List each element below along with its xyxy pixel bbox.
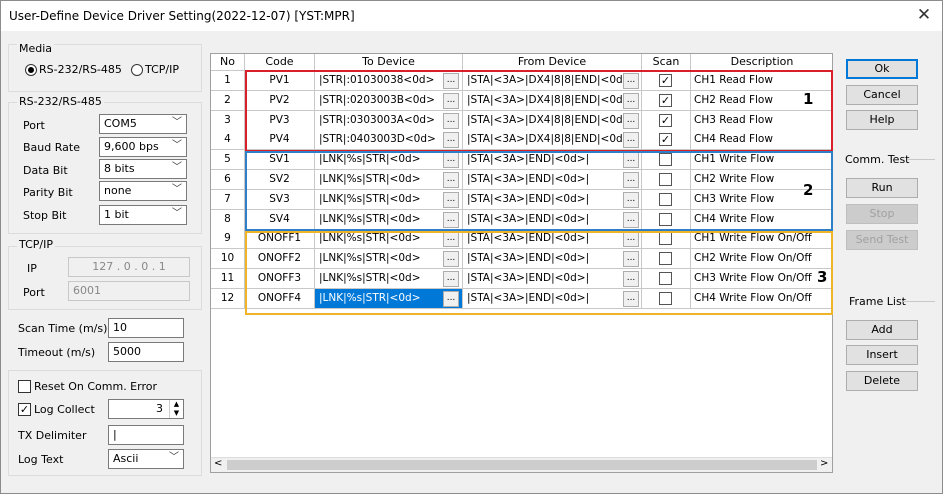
scrollbar-thumb[interactable] [227, 460, 817, 470]
timeout-label: Timeout (m/s) [18, 346, 96, 359]
rs232-radio-label[interactable]: RS-232/RS-485 [39, 63, 122, 76]
row-number: 2 [211, 90, 245, 111]
add-button[interactable]: Add [846, 320, 918, 340]
col-header-no[interactable]: No [211, 54, 245, 71]
col-header-description[interactable]: Description [691, 54, 832, 71]
row-number: 4 [211, 130, 245, 151]
scroll-left-icon[interactable]: < [214, 458, 222, 469]
serial-group-title: RS-232/RS-485 [17, 95, 104, 108]
send-test-button[interactable]: Send Test [846, 230, 918, 250]
help-button[interactable]: Help [846, 110, 918, 130]
tx-delimiter-field[interactable]: | [108, 425, 184, 445]
tcp-group-title: TCP/IP [17, 238, 55, 251]
stop-button[interactable]: Stop [846, 204, 918, 224]
annotation-label-3: 3 [817, 268, 828, 286]
parity-value: none [104, 184, 132, 197]
log-text-select[interactable]: Ascii ﹀ [108, 449, 184, 469]
rs232-radio[interactable] [25, 64, 37, 76]
port-select[interactable]: COM5 ﹀ [99, 114, 187, 134]
insert-button[interactable]: Insert [846, 345, 918, 365]
cancel-button[interactable]: Cancel [846, 85, 918, 105]
parity-select[interactable]: none ﹀ [99, 181, 187, 201]
horizontal-scrollbar[interactable]: < > [211, 457, 832, 472]
scan-time-field[interactable]: 10 [108, 318, 184, 338]
log-collect-checkbox[interactable]: ✓ [18, 403, 31, 416]
log-text-value: Ascii [113, 452, 139, 465]
ip-label: IP [27, 262, 37, 275]
timeout-field[interactable]: 5000 [108, 342, 184, 362]
spin-down-icon[interactable]: ▼ [170, 409, 183, 418]
highlight-box-1 [245, 70, 833, 152]
highlight-box-2 [245, 151, 833, 231]
databit-label: Data Bit [23, 164, 68, 177]
row-number: 12 [211, 288, 245, 309]
tx-delimiter-label: TX Delimiter [18, 429, 87, 442]
row-number: 6 [211, 170, 245, 190]
baud-label: Baud Rate [23, 141, 80, 154]
parity-label: Parity Bit [23, 186, 73, 199]
log-collect-label[interactable]: Log Collect [34, 403, 95, 416]
row-number: 10 [211, 249, 245, 270]
divider [903, 301, 935, 302]
tcp-port-label: Port [23, 286, 45, 299]
log-text-label: Log Text [18, 453, 64, 466]
col-header-from-device[interactable]: From Device [463, 54, 642, 71]
tcpip-radio-label[interactable]: TCP/IP [145, 63, 179, 76]
close-icon[interactable]: ✕ [914, 5, 934, 25]
scan-time-label: Scan Time (m/s) [18, 322, 108, 335]
window-title: User-Define Device Driver Setting(2022-1… [9, 9, 355, 23]
reset-checkbox[interactable] [18, 380, 31, 393]
stopbit-select[interactable]: 1 bit ﹀ [99, 205, 187, 225]
port-label: Port [23, 119, 45, 132]
stopbit-label: Stop Bit [23, 209, 67, 222]
spin-buttons[interactable]: ▲ ▼ [169, 400, 183, 418]
reset-checkbox-label[interactable]: Reset On Comm. Error [34, 380, 157, 393]
media-group-title: Media [17, 42, 55, 55]
title-bar: User-Define Device Driver Setting(2022-1… [1, 1, 942, 31]
highlight-box-3 [245, 231, 833, 315]
stopbit-value: 1 bit [104, 208, 129, 221]
col-header-scan[interactable]: Scan [642, 54, 691, 71]
row-number: 3 [211, 110, 245, 131]
row-number: 1 [211, 71, 245, 91]
baud-select[interactable]: 9,600 bps ﹀ [99, 137, 187, 157]
frame-list-title: Frame List [849, 295, 906, 308]
chevron-down-icon: ﹀ [172, 162, 182, 173]
delete-button[interactable]: Delete [846, 371, 918, 391]
chevron-down-icon: ﹀ [172, 117, 182, 128]
baud-value: 9,600 bps [104, 140, 159, 153]
scroll-right-icon[interactable]: > [820, 458, 828, 469]
annotation-label-1: 1 [803, 90, 814, 108]
tcp-port-field[interactable]: 6001 [68, 281, 190, 301]
row-number: 9 [211, 229, 245, 250]
comm-test-title: Comm. Test [845, 153, 910, 166]
col-header-code[interactable]: Code [245, 54, 315, 71]
port-value: COM5 [104, 117, 137, 130]
run-button[interactable]: Run [846, 178, 918, 198]
ip-field[interactable]: 127 . 0 . 0 . 1 [68, 257, 190, 277]
databit-select[interactable]: 8 bits ﹀ [99, 159, 187, 179]
col-header-to-device[interactable]: To Device [315, 54, 463, 71]
tcpip-radio[interactable] [131, 64, 143, 76]
chevron-down-icon: ﹀ [169, 452, 179, 463]
chevron-down-icon: ﹀ [172, 140, 182, 151]
row-number: 8 [211, 209, 245, 230]
row-number: 11 [211, 269, 245, 289]
databit-value: 8 bits [104, 162, 135, 175]
row-number: 5 [211, 150, 245, 171]
ok-button[interactable]: Ok [846, 59, 918, 79]
annotation-label-2: 2 [803, 181, 814, 199]
row-number: 7 [211, 189, 245, 210]
divider [907, 159, 935, 160]
chevron-down-icon: ﹀ [172, 208, 182, 219]
spin-up-icon[interactable]: ▲ [170, 400, 183, 409]
chevron-down-icon: ﹀ [172, 184, 182, 195]
